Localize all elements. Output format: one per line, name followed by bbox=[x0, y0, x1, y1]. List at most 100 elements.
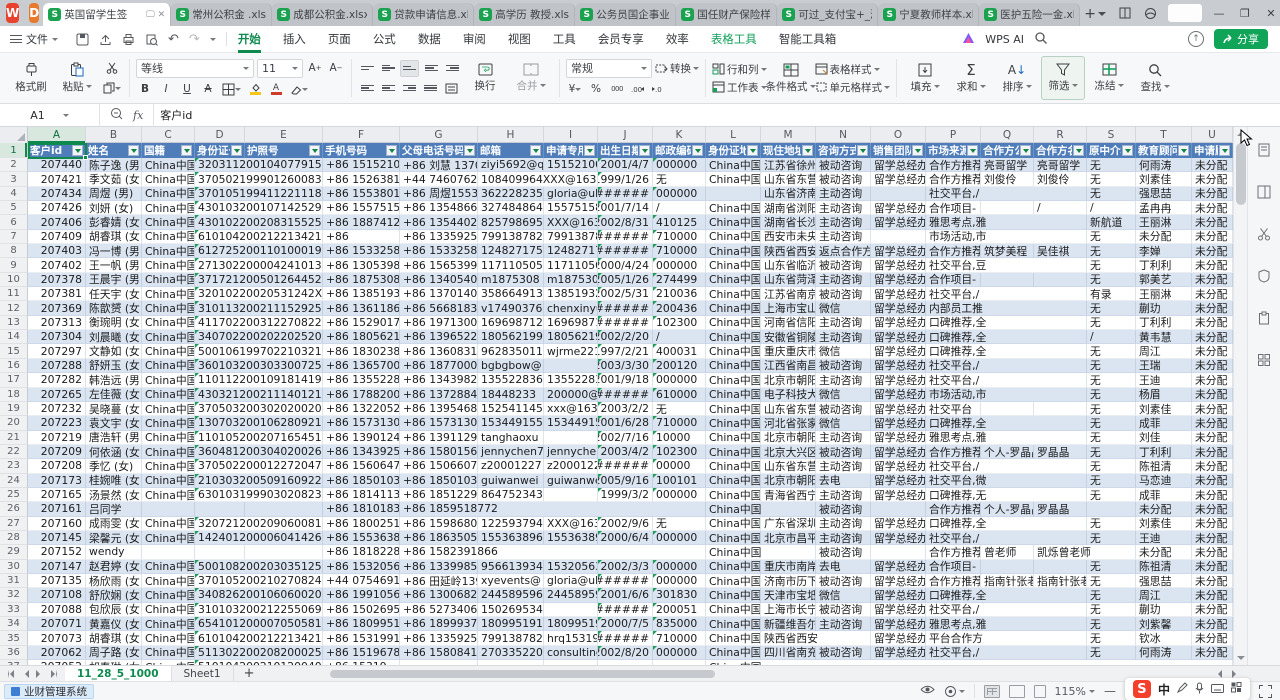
cell[interactable]: 钦冰 bbox=[1136, 631, 1192, 645]
header-cell[interactable]: 父母电话号码 bbox=[400, 143, 478, 158]
cell[interactable]: China中国 bbox=[706, 230, 761, 244]
cell[interactable]: 207161 bbox=[28, 502, 86, 516]
align-left-button[interactable] bbox=[358, 80, 376, 97]
ime-keyboard-icon[interactable] bbox=[1211, 683, 1224, 696]
cell[interactable]: z20001227 bbox=[544, 459, 598, 473]
cell[interactable]: 被动咨询 bbox=[816, 603, 871, 617]
header-cell[interactable]: 邮箱 bbox=[478, 143, 544, 158]
cell[interactable]: 周江 bbox=[1136, 588, 1192, 602]
row-number[interactable]: 28 bbox=[0, 531, 28, 545]
ime-mode-chinese[interactable]: 中 bbox=[1158, 681, 1170, 698]
cell[interactable]: 口碑推荐,全 bbox=[926, 316, 1087, 330]
cell[interactable]: 有录 bbox=[1087, 287, 1136, 301]
cell[interactable]: 000000 bbox=[653, 560, 706, 574]
filter-button[interactable] bbox=[309, 145, 320, 156]
cell[interactable]: 被动咨询 bbox=[816, 502, 871, 516]
percent-format-button[interactable]: % bbox=[587, 81, 605, 98]
currency-format-button[interactable]: ¥ bbox=[566, 81, 584, 98]
cell[interactable]: 王丽淋 bbox=[1136, 215, 1192, 229]
sheet-tab-11_28_5_1000[interactable]: 11_28_5_1000 bbox=[65, 666, 172, 682]
menu-item-效率[interactable]: 效率 bbox=[655, 26, 700, 53]
cell[interactable]: 360103200303300725 bbox=[195, 359, 323, 373]
minimize-button[interactable]: — bbox=[1206, 2, 1232, 24]
cell[interactable]: 未分配 bbox=[1192, 201, 1233, 215]
cell[interactable]: 主动咨询 bbox=[816, 201, 871, 215]
cell[interactable]: 无 bbox=[1087, 416, 1136, 430]
cell[interactable]: +86 1354866895 bbox=[400, 201, 478, 215]
cell[interactable]: 2001/6/28 bbox=[598, 416, 653, 430]
cell[interactable]: 无 bbox=[1087, 230, 1136, 244]
zoom-level[interactable]: 115% bbox=[1055, 685, 1095, 698]
cell[interactable]: 000000 bbox=[653, 531, 706, 545]
cell[interactable]: 未分配 bbox=[1136, 230, 1192, 244]
cell[interactable]: 未分配 bbox=[1192, 373, 1233, 387]
layout-switch-icon[interactable] bbox=[1112, 2, 1138, 24]
cell[interactable]: 刘俊伶 bbox=[981, 172, 1034, 186]
cell[interactable]: 207165 bbox=[28, 488, 86, 502]
cell[interactable]: 155363896 bbox=[544, 531, 598, 545]
cell[interactable]: +86 刘慧 137052 bbox=[400, 158, 478, 172]
last-sheet-icon[interactable] bbox=[51, 670, 57, 678]
increase-decimal-button[interactable]: .00 bbox=[629, 81, 647, 98]
cell[interactable]: 180995191 bbox=[544, 617, 598, 631]
filter-button[interactable] bbox=[1073, 145, 1084, 156]
cell[interactable]: z20001227 bbox=[478, 459, 544, 473]
cell[interactable]: +86 13552283 bbox=[323, 373, 400, 387]
cell[interactable]: 32010220020531242X bbox=[195, 287, 323, 301]
cell[interactable]: 122593794 bbox=[478, 517, 544, 531]
cell[interactable]: 138519326 bbox=[544, 287, 598, 301]
cell[interactable]: guiwanwei bbox=[544, 474, 598, 488]
cell[interactable]: 王丽淋 bbox=[1136, 287, 1192, 301]
cell[interactable]: 合作方推荐 bbox=[926, 172, 981, 186]
cell[interactable]: +86 18099519 bbox=[323, 617, 400, 631]
cell[interactable]: 2002/7/16 bbox=[598, 431, 653, 445]
cell[interactable]: gloria@uk bbox=[544, 574, 598, 588]
cell[interactable]: 市场活动,市 bbox=[926, 230, 1087, 244]
cell[interactable]: 未分配 bbox=[1136, 545, 1192, 559]
format-painter-button[interactable]: 格式刷 bbox=[9, 56, 53, 100]
cell[interactable]: 400031 bbox=[653, 344, 706, 358]
cell[interactable]: 320721200209060081 bbox=[195, 517, 323, 531]
cell[interactable]: China中国 bbox=[706, 431, 761, 445]
document-tab[interactable]: S可过_支付宝+_滴滴 bbox=[777, 3, 878, 26]
cell[interactable]: 合作项目- bbox=[926, 273, 981, 287]
cell[interactable]: China中国 bbox=[706, 474, 761, 488]
cell[interactable]: 956613934 bbox=[478, 560, 544, 574]
autosum-button[interactable]: Σ 求和 bbox=[949, 56, 993, 100]
cell[interactable]: China中国 bbox=[142, 388, 195, 402]
cell[interactable]: ######## bbox=[598, 603, 653, 617]
sidepanel-shield-icon[interactable] bbox=[1257, 269, 1271, 283]
cell[interactable]: +86 15152100 bbox=[323, 158, 400, 172]
export-icon[interactable] bbox=[99, 33, 112, 46]
cell[interactable]: 主动咨询 bbox=[816, 459, 871, 473]
cell[interactable]: 430103200107142529 bbox=[195, 201, 323, 215]
row-number[interactable]: 27 bbox=[0, 517, 28, 531]
cell[interactable]: guiwanwei bbox=[478, 474, 544, 488]
cell[interactable]: 未分配 bbox=[1192, 230, 1233, 244]
cell[interactable] bbox=[195, 545, 245, 559]
cell[interactable]: China中国 bbox=[706, 416, 761, 430]
cell[interactable]: +86 1335925706 bbox=[400, 631, 478, 645]
cell[interactable]: 刘素佳 bbox=[1136, 172, 1192, 186]
cell[interactable]: 指南针张老师 bbox=[1034, 574, 1087, 588]
row-number[interactable]: 34 bbox=[0, 617, 28, 631]
cell[interactable]: 留学总经办 bbox=[871, 416, 926, 430]
cell[interactable] bbox=[544, 359, 598, 373]
cell[interactable]: 370503200302020020 bbox=[195, 402, 323, 416]
cell[interactable]: 无 bbox=[1087, 273, 1136, 287]
cell[interactable]: +86 1580156591 bbox=[400, 445, 478, 459]
cell[interactable]: 山东省菏泽 bbox=[761, 273, 816, 287]
cell[interactable]: 江苏省南京 bbox=[761, 287, 816, 301]
cell[interactable]: China中国 bbox=[706, 517, 761, 531]
cell[interactable]: China中国 bbox=[706, 545, 816, 559]
header-cell[interactable]: 出生日期 bbox=[598, 143, 653, 158]
cell[interactable] bbox=[981, 201, 1034, 215]
cell[interactable]: 207381 bbox=[28, 287, 86, 301]
scroll-right-icon[interactable] bbox=[1232, 670, 1240, 678]
cell[interactable]: 2005/1/26 bbox=[598, 273, 653, 287]
cell[interactable] bbox=[544, 431, 598, 445]
cell[interactable]: 湖南省长沙 bbox=[761, 215, 816, 229]
cell[interactable]: 留学总经办 bbox=[871, 330, 926, 344]
cell[interactable]: 青海省西宁 bbox=[761, 488, 816, 502]
cell[interactable]: China中国 bbox=[706, 201, 761, 215]
